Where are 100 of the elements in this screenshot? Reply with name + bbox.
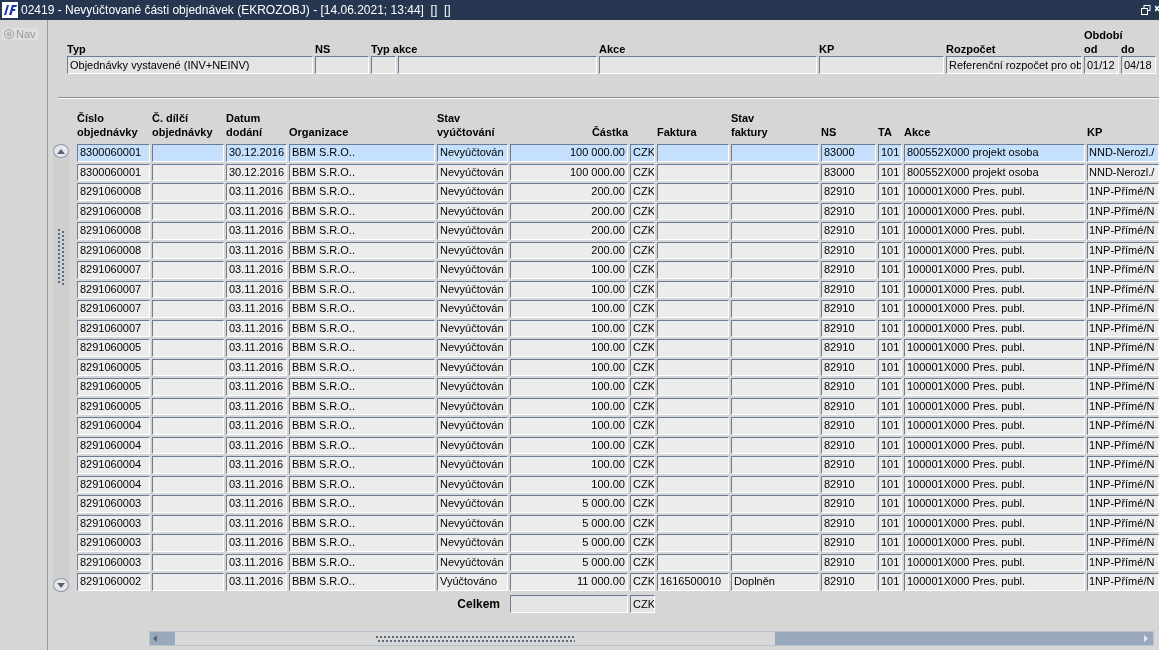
table-cell[interactable]: 100001X000 Pres. publ. (904, 534, 1085, 552)
table-cell[interactable]: 101 (878, 436, 902, 454)
table-cell[interactable] (657, 261, 729, 279)
table-cell[interactable]: BBM S.R.O.. (289, 202, 435, 220)
table-cell[interactable]: 101 (878, 163, 902, 181)
table-cell[interactable]: 03.11.2016 (226, 495, 287, 513)
table-cell[interactable]: 1NP-Přímé/N (1087, 358, 1159, 376)
table-cell[interactable] (152, 495, 224, 513)
table-cell[interactable]: BBM S.R.O.. (289, 573, 435, 591)
table-cell[interactable]: 1NP-Přímé/N (1087, 300, 1159, 318)
table-cell[interactable]: 1NP-Přímé/N (1087, 319, 1159, 337)
table-cell[interactable]: 5 000.00 (510, 495, 628, 513)
table-cell[interactable]: 800552X000 projekt osoba (904, 144, 1085, 162)
table-cell[interactable]: 100001X000 Pres. publ. (904, 358, 1085, 376)
table-cell[interactable]: 101 (878, 144, 902, 162)
table-cell[interactable]: 8291060004 (77, 436, 150, 454)
table-cell[interactable]: 100001X000 Pres. publ. (904, 280, 1085, 298)
table-cell[interactable]: 03.11.2016 (226, 436, 287, 454)
table-cell[interactable] (731, 261, 819, 279)
table-cell[interactable]: 1NP-Přímé/N (1087, 417, 1159, 435)
table-cell[interactable] (731, 300, 819, 318)
table-cell[interactable]: Nevyúčtován (437, 241, 508, 259)
table-cell[interactable]: 101 (878, 183, 902, 201)
table-cell[interactable]: 8291060003 (77, 514, 150, 532)
table-cell[interactable]: 100.00 (510, 280, 628, 298)
table-cell[interactable]: 100.00 (510, 339, 628, 357)
table-cell[interactable]: 8291060005 (77, 397, 150, 415)
table-cell[interactable]: 5 000.00 (510, 514, 628, 532)
table-cell[interactable] (731, 475, 819, 493)
table-cell[interactable]: 30.12.2016 (226, 163, 287, 181)
table-cell[interactable] (731, 514, 819, 532)
table-cell[interactable]: CZK (630, 319, 655, 337)
table-cell[interactable]: Nevyúčtován (437, 144, 508, 162)
table-cell[interactable]: 30.12.2016 (226, 144, 287, 162)
table-cell[interactable]: 100.00 (510, 319, 628, 337)
table-cell[interactable]: CZK (630, 300, 655, 318)
table-cell[interactable]: Nevyúčtován (437, 222, 508, 240)
filter-field[interactable] (371, 56, 396, 74)
table-cell[interactable]: 200.00 (510, 202, 628, 220)
table-cell[interactable] (731, 553, 819, 571)
table-cell[interactable]: 82910 (821, 534, 876, 552)
table-cell[interactable]: 101 (878, 534, 902, 552)
table-cell[interactable]: BBM S.R.O.. (289, 300, 435, 318)
table-cell[interactable]: 1NP-Přímé/N (1087, 456, 1159, 474)
table-cell[interactable]: 83000 (821, 163, 876, 181)
table-cell[interactable] (657, 417, 729, 435)
table-cell[interactable]: 1NP-Přímé/N (1087, 495, 1159, 513)
table-cell[interactable]: 8291060003 (77, 495, 150, 513)
table-cell[interactable] (152, 417, 224, 435)
table-cell[interactable]: BBM S.R.O.. (289, 339, 435, 357)
table-cell[interactable]: CZK (630, 475, 655, 493)
table-cell[interactable]: 100001X000 Pres. publ. (904, 378, 1085, 396)
table-cell[interactable]: BBM S.R.O.. (289, 475, 435, 493)
table-cell[interactable]: 8291060003 (77, 553, 150, 571)
table-cell[interactable]: 101 (878, 222, 902, 240)
table-cell[interactable]: BBM S.R.O.. (289, 378, 435, 396)
table-cell[interactable]: 101 (878, 261, 902, 279)
table-cell[interactable]: 03.11.2016 (226, 339, 287, 357)
table-cell[interactable]: Nevyúčtován (437, 163, 508, 181)
table-cell[interactable] (731, 144, 819, 162)
table-cell[interactable]: 82910 (821, 280, 876, 298)
table-cell[interactable]: 82910 (821, 456, 876, 474)
table-cell[interactable] (657, 300, 729, 318)
table-cell[interactable]: CZK (630, 358, 655, 376)
table-cell[interactable]: Nevyúčtován (437, 378, 508, 396)
table-cell[interactable]: CZK (630, 261, 655, 279)
table-cell[interactable]: 03.11.2016 (226, 573, 287, 591)
table-cell[interactable] (657, 436, 729, 454)
table-cell[interactable]: 03.11.2016 (226, 534, 287, 552)
table-cell[interactable]: 800552X000 projekt osoba (904, 163, 1085, 181)
table-cell[interactable]: 82910 (821, 241, 876, 259)
table-cell[interactable]: 100.00 (510, 397, 628, 415)
table-cell[interactable]: BBM S.R.O.. (289, 222, 435, 240)
table-cell[interactable]: 5 000.00 (510, 553, 628, 571)
table-cell[interactable]: BBM S.R.O.. (289, 514, 435, 532)
table-cell[interactable]: BBM S.R.O.. (289, 534, 435, 552)
table-cell[interactable]: 1616500010 (657, 573, 729, 591)
table-cell[interactable] (152, 222, 224, 240)
table-cell[interactable]: Nevyúčtován (437, 202, 508, 220)
table-cell[interactable] (152, 436, 224, 454)
table-cell[interactable]: 100001X000 Pres. publ. (904, 261, 1085, 279)
table-cell[interactable]: BBM S.R.O.. (289, 553, 435, 571)
table-cell[interactable]: Vyúčtováno (437, 573, 508, 591)
table-cell[interactable]: 8291060007 (77, 300, 150, 318)
table-cell[interactable]: 1NP-Přímé/N (1087, 573, 1159, 591)
table-cell[interactable]: 82910 (821, 183, 876, 201)
table-cell[interactable] (152, 339, 224, 357)
table-cell[interactable] (657, 378, 729, 396)
table-cell[interactable] (657, 222, 729, 240)
table-cell[interactable]: 03.11.2016 (226, 475, 287, 493)
table-cell[interactable]: BBM S.R.O.. (289, 397, 435, 415)
table-cell[interactable]: BBM S.R.O.. (289, 495, 435, 513)
table-cell[interactable] (731, 495, 819, 513)
table-cell[interactable]: BBM S.R.O.. (289, 319, 435, 337)
table-cell[interactable]: 82910 (821, 261, 876, 279)
table-cell[interactable]: 101 (878, 475, 902, 493)
table-cell[interactable]: CZK (630, 417, 655, 435)
table-cell[interactable]: 82910 (821, 319, 876, 337)
table-cell[interactable] (657, 456, 729, 474)
table-cell[interactable]: Nevyúčtován (437, 553, 508, 571)
